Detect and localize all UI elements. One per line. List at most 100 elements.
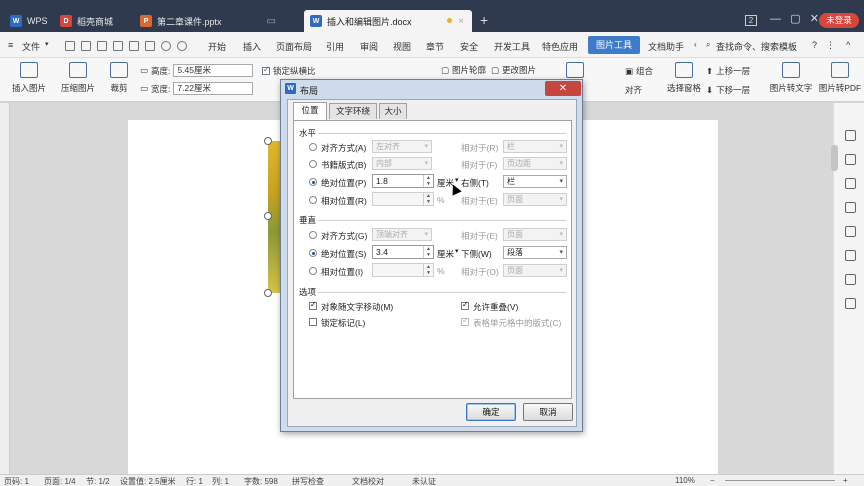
tab-pptx[interactable]: P 第二章课件.pptx ▭ [134, 10, 284, 32]
h-abs-input[interactable]: 1.8 ▲ ▼ [372, 174, 434, 188]
menu-start[interactable]: 开始 [208, 40, 226, 53]
zoom-slider[interactable] [725, 480, 835, 481]
group-button[interactable]: ▣ 组合 [625, 65, 653, 77]
dialog-close-icon[interactable]: ✕ [545, 81, 581, 96]
more-icon[interactable]: ⋮ [826, 40, 835, 51]
menu-review[interactable]: 审阅 [360, 40, 378, 53]
height-input[interactable]: 5.45厘米 [173, 64, 254, 77]
new-doc-icon[interactable] [65, 41, 75, 51]
minimize-icon[interactable]: — [770, 13, 781, 25]
change-picture-button[interactable]: ▢ 更改图片 [491, 64, 536, 76]
v-abs-radio[interactable] [309, 249, 317, 257]
v-abs-unit[interactable]: 厘米 [437, 248, 454, 260]
spinner-icon[interactable]: ▲ ▼ [423, 175, 433, 187]
pic-to-pdf-button[interactable]: 图片转PDF [818, 62, 862, 94]
tab-monitor-icon[interactable]: ▭ [267, 16, 276, 27]
v-rel-input[interactable]: ▲ ▼ [372, 263, 434, 277]
help-icon[interactable]: ? [812, 40, 817, 50]
menu-doc-assistant[interactable]: 文档助手 [648, 40, 684, 53]
sidebar-backup-icon[interactable] [845, 274, 856, 285]
h-align-radio[interactable] [309, 143, 317, 151]
v-align-radio[interactable] [309, 231, 317, 239]
menu-chapter[interactable]: 章节 [426, 40, 444, 53]
h-align-select[interactable]: 左对齐 ▾ [372, 140, 432, 153]
print-icon[interactable] [129, 41, 139, 51]
tab-docx[interactable]: W 插入和编辑图片.docx × [304, 10, 472, 32]
status-spell[interactable]: 拼写检查 [292, 476, 324, 486]
undo-icon[interactable] [161, 41, 171, 51]
insert-picture-button[interactable]: 插入图片 [8, 62, 50, 94]
redo-icon[interactable] [177, 41, 187, 51]
dialog-titlebar[interactable]: W 布局 ✕ [281, 80, 582, 98]
status-proof[interactable]: 文档校对 [352, 476, 384, 486]
menu-security[interactable]: 安全 [460, 40, 478, 53]
send-backward-button[interactable]: ⬇ 下移一层 [706, 84, 750, 96]
status-page-no[interactable]: 页码: 1 [4, 476, 29, 486]
h-align-rel-select[interactable]: 栏 ▾ [503, 140, 567, 153]
menu-developer[interactable]: 开发工具 [494, 40, 530, 53]
h-book-rel-select[interactable]: 页边距 ▾ [503, 157, 567, 170]
compress-picture-button[interactable]: 压缩图片 [60, 62, 96, 94]
new-tab-icon[interactable]: + [480, 12, 488, 28]
status-words[interactable]: 字数: 598 [244, 476, 278, 486]
collapse-ribbon-icon[interactable]: ^ [846, 40, 850, 50]
v-abs-rel-select[interactable]: 段落 ▾ [503, 246, 567, 259]
sidebar-edit-icon[interactable] [845, 226, 856, 237]
v-align-rel-select[interactable]: 页面 ▾ [503, 228, 567, 241]
login-button[interactable]: 未登录 [819, 13, 859, 28]
window-close-icon[interactable]: ✕ [810, 13, 819, 25]
vertical-scrollbar[interactable] [831, 145, 838, 171]
h-rel-radio[interactable] [309, 196, 317, 204]
chevron-down-icon[interactable]: ▾ [45, 40, 49, 48]
zoom-in-icon[interactable]: + [843, 476, 848, 485]
maximize-icon[interactable]: ▢ [790, 13, 800, 25]
menu-reference[interactable]: 引用 [326, 40, 344, 53]
zoom-out-icon[interactable]: − [710, 476, 715, 485]
sidebar-adjust-icon[interactable] [845, 154, 856, 165]
spinner-icon[interactable]: ▲ ▼ [423, 246, 433, 258]
window-count-badge[interactable]: 2 [745, 15, 757, 26]
ok-button[interactable]: 确定 [466, 403, 516, 421]
hamburger-icon[interactable]: ≡ [8, 40, 13, 50]
menu-picture-tools[interactable]: 图片工具 [588, 36, 641, 54]
pic-to-text-button[interactable]: 图片转文字 [769, 62, 813, 94]
v-align-select[interactable]: 顶端对齐 ▾ [372, 228, 432, 241]
v-rel-rel-select[interactable]: 页面 ▾ [503, 264, 567, 277]
h-book-radio[interactable] [309, 160, 317, 168]
align-button[interactable]: 对齐 [625, 84, 642, 96]
sidebar-property-icon[interactable] [845, 202, 856, 213]
tab-wps[interactable]: W WPS [4, 10, 52, 32]
search-icon[interactable]: ⌕ [706, 40, 710, 50]
export-pdf-icon[interactable] [113, 41, 123, 51]
h-rel-input[interactable]: ▲ ▼ [372, 192, 434, 206]
resize-handle-top[interactable] [264, 137, 272, 145]
sidebar-select-icon[interactable] [845, 130, 856, 141]
move-with-text-checkbox[interactable] [309, 300, 317, 310]
chevron-down-icon[interactable]: ▾ [455, 247, 459, 255]
print-preview-icon[interactable] [145, 41, 155, 51]
h-abs-radio[interactable] [309, 178, 317, 186]
menu-more-icon[interactable]: ‹ [694, 40, 697, 49]
open-icon[interactable] [81, 41, 91, 51]
close-icon[interactable]: × [458, 16, 464, 27]
menu-features[interactable]: 特色应用 [542, 40, 578, 53]
resize-handle-middle[interactable] [264, 212, 272, 220]
sidebar-style-icon[interactable] [845, 178, 856, 189]
lock-anchor-checkbox[interactable] [309, 318, 317, 326]
tab-size[interactable]: 大小 [379, 103, 407, 119]
lock-ratio-check[interactable] [262, 65, 270, 75]
h-rel-rel-select[interactable]: 页面 ▾ [503, 193, 567, 206]
tab-position[interactable]: 位置 [293, 102, 327, 120]
command-search[interactable]: 查找命令、搜索模板 [716, 40, 797, 53]
cancel-button[interactable]: 取消 [523, 403, 573, 421]
tab-docer[interactable]: D 稻壳商城 [54, 10, 132, 32]
save-icon[interactable] [97, 41, 107, 51]
v-rel-radio[interactable] [309, 267, 317, 275]
resize-handle-bottom[interactable] [264, 289, 272, 297]
spinner-icon[interactable]: ▲ ▼ [423, 264, 433, 276]
status-auth[interactable]: 未认证 [412, 476, 436, 486]
file-menu[interactable]: 文件 [22, 40, 40, 53]
h-abs-rel-select[interactable]: 栏 ▾ [503, 175, 567, 188]
spinner-icon[interactable]: ▲ ▼ [423, 193, 433, 205]
menu-view[interactable]: 视图 [393, 40, 411, 53]
